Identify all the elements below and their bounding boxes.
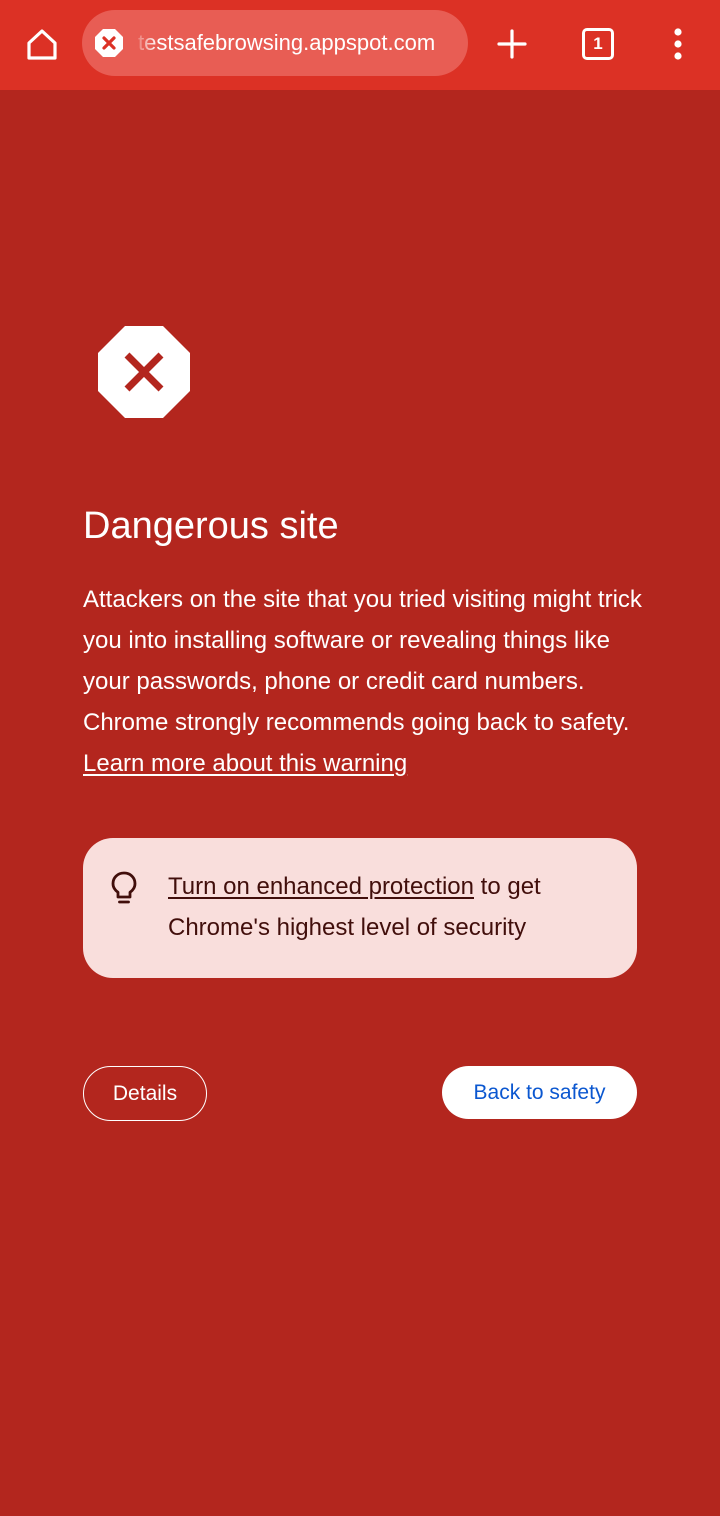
url-fade <box>132 10 158 76</box>
tab-switcher-button[interactable]: 1 <box>576 22 620 66</box>
more-vert-icon <box>674 28 682 60</box>
back-to-safety-button[interactable]: Back to safety <box>442 1066 637 1119</box>
warning-description: Attackers on the site that you tried vis… <box>83 579 643 784</box>
plus-icon <box>497 29 527 59</box>
url-text[interactable]: testsafebrowsing.appspot.com <box>138 10 456 76</box>
warning-text: Attackers on the site that you tried vis… <box>83 586 642 736</box>
home-icon <box>27 29 57 60</box>
enhanced-protection-link[interactable]: Turn on enhanced protection <box>168 873 474 900</box>
dangerous-site-icon[interactable] <box>94 28 124 58</box>
details-button[interactable]: Details <box>83 1066 207 1121</box>
learn-more-link[interactable]: Learn more about this warning <box>83 750 407 777</box>
new-tab-button[interactable] <box>490 22 534 66</box>
tab-switcher-icon: 1 <box>582 28 614 60</box>
lightbulb-icon <box>111 871 137 904</box>
page-title: Dangerous site <box>83 505 339 547</box>
home-button[interactable] <box>20 22 64 66</box>
tip-text: Turn on enhanced protection to get Chrom… <box>168 866 608 948</box>
danger-stop-icon <box>98 326 190 418</box>
enhanced-protection-card: Turn on enhanced protection to get Chrom… <box>83 838 637 978</box>
overflow-menu-button[interactable] <box>656 22 700 66</box>
browser-toolbar: testsafebrowsing.appspot.com 1 <box>0 0 720 90</box>
address-bar[interactable]: testsafebrowsing.appspot.com <box>82 10 468 76</box>
